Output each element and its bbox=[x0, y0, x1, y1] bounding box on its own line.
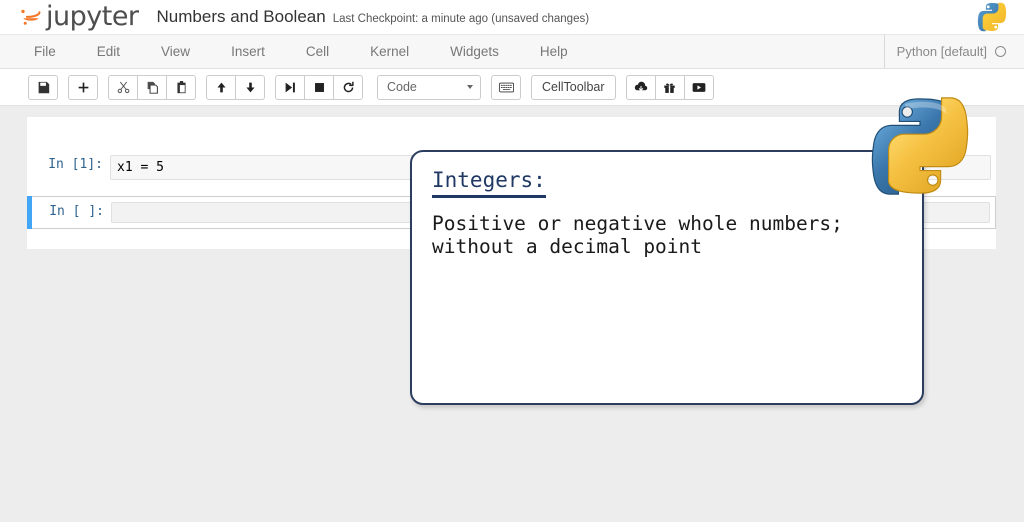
menu-bar: File Edit View Insert Cell Kernel Widget… bbox=[0, 35, 1024, 69]
insert-cell-below-button[interactable] bbox=[68, 75, 98, 100]
stop-square-icon bbox=[313, 81, 326, 94]
plus-icon bbox=[77, 81, 90, 94]
menu-items: File Edit View Insert Cell Kernel Widget… bbox=[34, 40, 609, 63]
paste-icon bbox=[175, 81, 188, 94]
callout-box: Integers: Positive or negative whole num… bbox=[410, 150, 924, 405]
scissors-icon bbox=[117, 81, 130, 94]
kernel-name-label: Python [default] bbox=[897, 44, 987, 59]
kernel-idle-circle-icon bbox=[995, 46, 1006, 57]
menu-item-kernel[interactable]: Kernel bbox=[370, 40, 409, 63]
toolbar: Code CellToolbar bbox=[0, 69, 1024, 106]
command-palette-button[interactable] bbox=[491, 75, 521, 100]
toolbar-group-edit bbox=[108, 75, 196, 100]
run-step-forward-icon bbox=[284, 81, 297, 94]
toolbar-group-keyboard bbox=[491, 75, 521, 100]
toolbar-group-move bbox=[206, 75, 265, 100]
toolbar-group-run bbox=[275, 75, 363, 100]
toolbar-group-save bbox=[28, 75, 58, 100]
copy-icon bbox=[146, 81, 159, 94]
keyboard-icon bbox=[499, 82, 514, 93]
callout-body: Positive or negative whole numbers; with… bbox=[432, 212, 902, 259]
cut-cell-button[interactable] bbox=[108, 75, 138, 100]
menu-item-file[interactable]: File bbox=[34, 40, 56, 63]
download-button[interactable] bbox=[626, 75, 656, 100]
jupyter-planet-icon bbox=[18, 4, 44, 30]
gift-button[interactable] bbox=[655, 75, 685, 100]
celltoolbar-label: CellToolbar bbox=[542, 80, 605, 94]
jupyter-wordmark: jupyter bbox=[46, 3, 139, 30]
menu-item-view[interactable]: View bbox=[161, 40, 190, 63]
video-button[interactable] bbox=[684, 75, 714, 100]
celltoolbar-button[interactable]: CellToolbar bbox=[531, 75, 616, 100]
save-button[interactable] bbox=[28, 75, 58, 100]
jupyter-notebook-app: jupyter Numbers and Boolean Last Checkpo… bbox=[0, 0, 1024, 522]
video-play-icon bbox=[692, 82, 706, 93]
copy-cell-button[interactable] bbox=[137, 75, 167, 100]
restart-refresh-icon bbox=[342, 81, 355, 94]
arrow-down-icon bbox=[244, 81, 257, 94]
cloud-download-icon bbox=[634, 81, 648, 93]
cell-prompt: In [ ]: bbox=[28, 202, 111, 222]
restart-kernel-button[interactable] bbox=[333, 75, 363, 100]
gift-icon bbox=[663, 81, 676, 94]
cell-prompt: In [1]: bbox=[27, 155, 110, 175]
move-cell-down-button[interactable] bbox=[235, 75, 265, 100]
menu-item-help[interactable]: Help bbox=[540, 40, 568, 63]
callout-heading: Integers: bbox=[432, 169, 546, 198]
toolbar-group-insert bbox=[68, 75, 98, 100]
save-floppy-icon bbox=[37, 81, 50, 94]
run-cell-button[interactable] bbox=[275, 75, 305, 100]
menu-item-cell[interactable]: Cell bbox=[306, 40, 329, 63]
last-checkpoint-label: Last Checkpoint: a minute ago (unsaved c… bbox=[333, 13, 589, 25]
menu-item-edit[interactable]: Edit bbox=[97, 40, 120, 63]
chevron-down-icon bbox=[467, 85, 473, 89]
toolbar-group-extensions bbox=[626, 75, 714, 100]
notebook-header: jupyter Numbers and Boolean Last Checkpo… bbox=[0, 0, 1024, 35]
paste-cell-button[interactable] bbox=[166, 75, 196, 100]
toolbar-groups: Code CellToolbar bbox=[28, 75, 714, 100]
interrupt-kernel-button[interactable] bbox=[304, 75, 334, 100]
python-logo-icon bbox=[976, 1, 1008, 33]
cell-type-value: Code bbox=[387, 80, 417, 94]
menu-item-widgets[interactable]: Widgets bbox=[450, 40, 499, 63]
move-cell-up-button[interactable] bbox=[206, 75, 236, 100]
cell-type-select[interactable]: Code bbox=[377, 75, 481, 100]
jupyter-logo[interactable]: jupyter bbox=[18, 4, 139, 30]
notebook-title[interactable]: Numbers and Boolean bbox=[157, 7, 326, 27]
menu-item-insert[interactable]: Insert bbox=[231, 40, 265, 63]
arrow-up-icon bbox=[215, 81, 228, 94]
kernel-indicator[interactable]: Python [default] bbox=[884, 35, 1006, 68]
